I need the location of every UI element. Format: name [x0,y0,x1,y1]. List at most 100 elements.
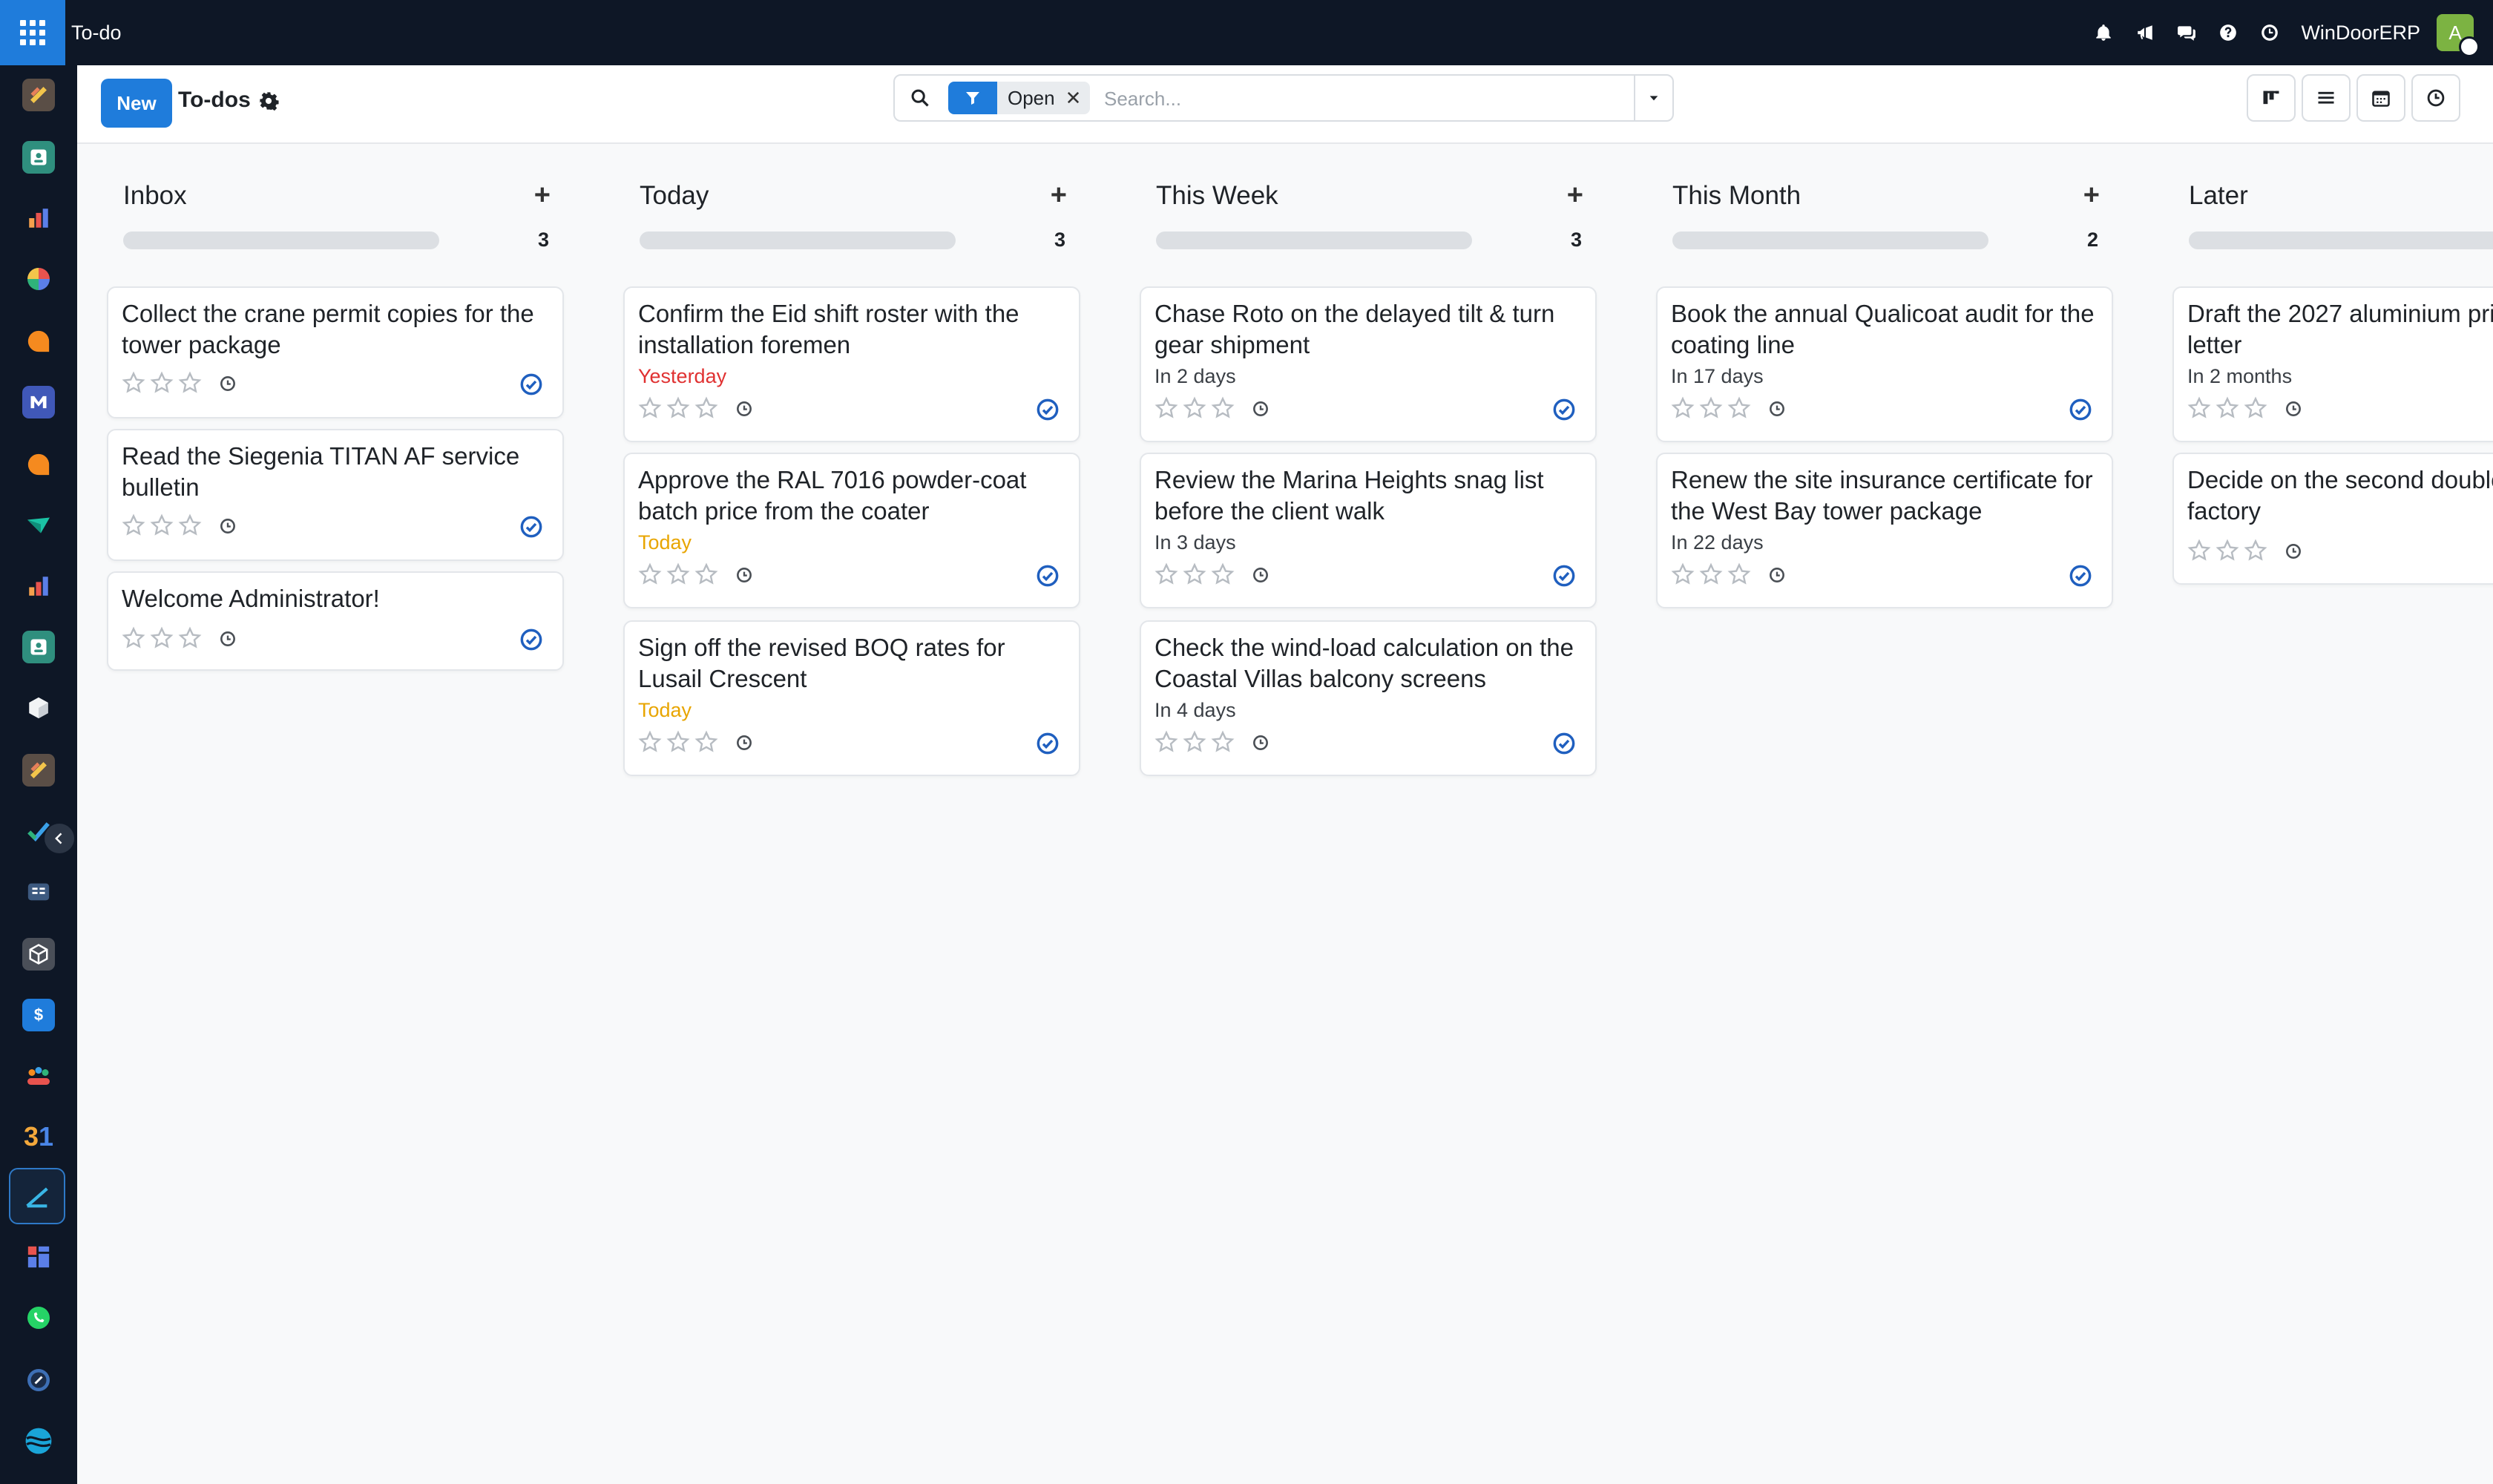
builder-icon[interactable] [22,938,55,971]
priority-stars[interactable] [2187,396,2267,420]
star-icon[interactable] [2216,396,2239,420]
kanban-card[interactable]: Review the Marina Heights snag list befo… [1140,453,1597,608]
star-icon[interactable] [638,730,662,754]
star-icon[interactable] [178,626,202,650]
calendar-31-icon[interactable]: 31 [22,1120,55,1153]
mark-done-check-icon[interactable] [519,372,543,396]
kanban-card[interactable]: Welcome Administrator! [107,571,564,671]
star-icon[interactable] [1671,562,1695,586]
star-icon[interactable] [150,513,174,537]
due-date-clock-icon[interactable] [218,374,237,393]
mark-done-check-icon[interactable] [1036,732,1060,755]
star-icon[interactable] [122,513,145,537]
star-icon[interactable] [666,396,690,420]
notifications-bell-icon[interactable] [2083,12,2124,53]
star-icon[interactable] [150,626,174,650]
star-icon[interactable] [694,562,718,586]
priority-stars[interactable] [2187,539,2267,562]
dashboard-icon[interactable] [22,1241,55,1273]
due-date-clock-icon[interactable] [1251,733,1270,752]
kanban-view-button[interactable] [2247,74,2296,122]
filter-facet[interactable]: Open ✕ [948,82,1091,114]
priority-stars[interactable] [638,396,718,420]
star-icon[interactable] [1699,396,1723,420]
kanban-card[interactable]: Sign off the revised BOQ rates for Lusai… [623,620,1080,776]
star-icon[interactable] [2187,396,2211,420]
star-icon[interactable] [1727,562,1751,586]
add-card-button[interactable]: + [1051,181,1067,209]
kanban-card[interactable]: Check the wind-load calculation on the C… [1140,620,1597,776]
star-icon[interactable] [150,371,174,395]
wiki-book-icon[interactable] [22,876,55,908]
star-icon[interactable] [638,562,662,586]
new-todo-button[interactable]: New [101,79,172,128]
star-icon[interactable] [694,730,718,754]
priority-stars[interactable] [122,626,202,650]
add-card-button[interactable]: + [1567,181,1583,209]
star-icon[interactable] [1154,562,1178,586]
kanban-card[interactable]: Chase Roto on the delayed tilt & turn ge… [1140,286,1597,442]
star-icon[interactable] [1671,396,1695,420]
kanban-card[interactable]: Renew the site insurance certificate for… [1656,453,2113,608]
search-input[interactable] [1103,82,1595,116]
user-avatar[interactable]: A [2437,14,2480,57]
mark-done-check-icon[interactable] [1036,398,1060,421]
discussions-chat-icon[interactable] [2166,12,2207,53]
compass-icon[interactable] [22,1364,55,1396]
erp-icon[interactable] [22,79,55,111]
search-icon[interactable] [910,88,930,108]
analytics-icon[interactable] [22,202,55,234]
due-date-clock-icon[interactable] [735,733,754,752]
whatsapp-icon[interactable] [22,1301,55,1334]
star-icon[interactable] [1211,562,1235,586]
search-options-toggle[interactable] [1634,76,1672,120]
star-icon[interactable] [1727,396,1751,420]
due-date-clock-icon[interactable] [218,516,237,536]
star-icon[interactable] [666,562,690,586]
collapse-sidebar-button[interactable] [45,824,74,853]
priority-stars[interactable] [1154,562,1235,586]
column-title[interactable]: This Week [1156,181,1278,211]
kanban-card[interactable]: Book the annual Qualicoat audit for the … [1656,286,2113,442]
star-icon[interactable] [122,626,145,650]
mark-done-check-icon[interactable] [2069,564,2092,588]
star-icon[interactable] [122,371,145,395]
column-title[interactable]: Inbox [123,181,187,211]
star-icon[interactable] [178,371,202,395]
add-card-button[interactable]: + [534,181,551,209]
priority-stars[interactable] [1671,562,1751,586]
kanban-card[interactable]: Approve the RAL 7016 powder-coat batch p… [623,453,1080,608]
company-name[interactable]: WinDoorERP [2301,22,2420,45]
priority-stars[interactable] [1671,396,1751,420]
star-icon[interactable] [666,730,690,754]
cube-icon[interactable] [22,692,55,724]
star-icon[interactable] [1211,396,1235,420]
column-title[interactable]: Today [640,181,709,211]
star-icon[interactable] [2244,396,2267,420]
add-card-button[interactable]: + [2083,181,2100,209]
kanban-card[interactable]: Read the Siegenia TITAN AF service bulle… [107,429,564,561]
star-icon[interactable] [1211,730,1235,754]
remove-facet-icon[interactable]: ✕ [1065,87,1082,110]
wave-icon[interactable] [22,1425,55,1457]
due-date-clock-icon[interactable] [1251,399,1270,418]
star-icon[interactable] [1154,396,1178,420]
star-icon[interactable] [638,396,662,420]
mark-done-check-icon[interactable] [519,515,543,539]
mark-done-check-icon[interactable] [1036,564,1060,588]
insights-icon[interactable] [22,570,55,603]
mark-done-check-icon[interactable] [2069,398,2092,421]
star-icon[interactable] [1183,730,1206,754]
due-date-clock-icon[interactable] [735,399,754,418]
helpdesk-icon[interactable] [22,325,55,358]
due-date-clock-icon[interactable] [1767,399,1787,418]
mark-done-check-icon[interactable] [519,628,543,651]
calendar-view-button[interactable] [2356,74,2405,122]
kanban-card[interactable]: Draft the 2027 aluminium price escalatio… [2172,286,2493,442]
kanban-card[interactable]: Collect the crane permit copies for the … [107,286,564,418]
activity-view-button[interactable] [2411,74,2460,122]
priority-stars[interactable] [122,371,202,395]
people-icon[interactable] [22,1060,55,1092]
priority-stars[interactable] [122,513,202,537]
apps-grid-button[interactable] [0,0,65,65]
